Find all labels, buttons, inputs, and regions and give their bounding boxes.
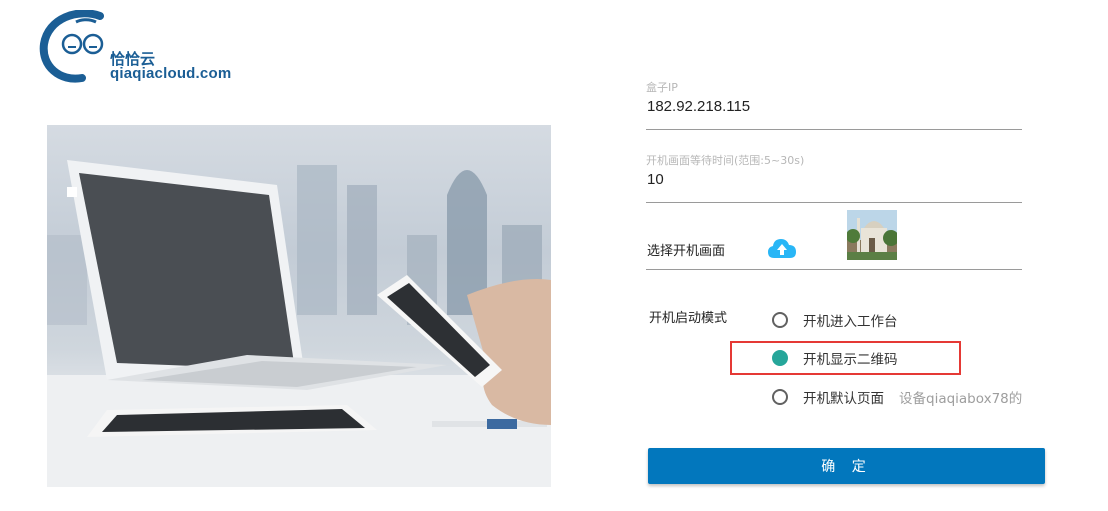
radio-label: 开机进入工作台	[803, 314, 898, 330]
confirm-button[interactable]: 确 定	[648, 448, 1045, 484]
wait-time-input[interactable]	[647, 171, 1007, 188]
logo-domain: qiaqiacloud.com	[110, 65, 232, 82]
brand-logo: 恰恰云 qiaqiacloud.com	[38, 10, 258, 90]
hero-illustration	[47, 125, 551, 487]
boot-mode-option-workbench[interactable]: 开机进入工作台	[771, 308, 971, 332]
logo-swirl-icon	[39, 10, 104, 83]
boot-mode-label: 开机启动模式	[649, 311, 728, 326]
radio-unchecked-icon[interactable]	[772, 312, 788, 328]
boot-image-label: 选择开机画面	[647, 244, 726, 259]
radio-note: 设备qiaqiabox78的	[899, 391, 1023, 407]
wait-time-label: 开机画面等待时间(范围:5~30s)	[646, 154, 805, 167]
box-ip-label: 盒子IP	[646, 81, 678, 94]
box-ip-input[interactable]	[647, 98, 1007, 115]
boot-image-thumbnail	[847, 210, 897, 260]
box-ip-field: 盒子IP	[646, 76, 1022, 130]
wait-time-field: 开机画面等待时间(范围:5~30s)	[646, 149, 1022, 203]
boot-image-field: 选择开机画面	[646, 205, 1022, 270]
highlight-annotation-box	[730, 341, 961, 375]
boot-mode-option-default-page[interactable]: 开机默认页面 设备qiaqiabox78的	[771, 385, 1025, 409]
cloud-upload-icon[interactable]	[767, 237, 797, 259]
radio-label: 开机默认页面	[803, 391, 884, 407]
radio-unchecked-icon[interactable]	[772, 389, 788, 405]
